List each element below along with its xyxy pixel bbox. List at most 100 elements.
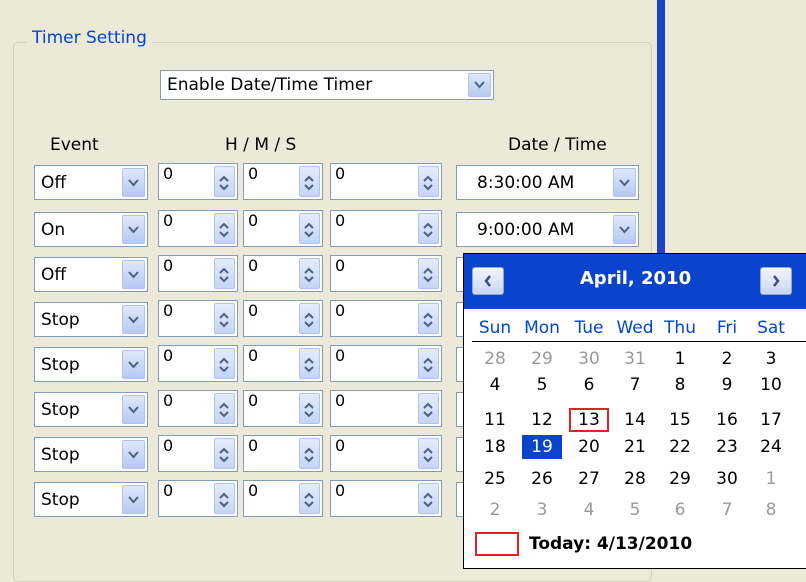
h-spinner[interactable]: 0 bbox=[158, 210, 238, 247]
up-down-icon[interactable] bbox=[214, 166, 235, 197]
s-spinner[interactable]: 0 bbox=[330, 390, 442, 427]
calendar-day[interactable]: 7 bbox=[615, 373, 655, 397]
event-select[interactable]: Stop bbox=[34, 437, 148, 472]
h-spinner[interactable]: 0 bbox=[158, 163, 238, 200]
m-spinner[interactable]: 0 bbox=[243, 435, 323, 472]
h-spinner[interactable]: 0 bbox=[158, 255, 238, 292]
up-down-icon[interactable] bbox=[214, 393, 235, 424]
s-spinner[interactable]: 0 bbox=[330, 210, 442, 247]
calendar-day[interactable]: 9 bbox=[707, 373, 747, 397]
up-down-icon[interactable] bbox=[418, 348, 439, 379]
up-down-icon[interactable] bbox=[214, 438, 235, 469]
chevron-down-icon[interactable] bbox=[122, 350, 145, 379]
calendar-day[interactable]: 27 bbox=[569, 467, 609, 491]
chevron-down-icon[interactable] bbox=[122, 440, 145, 469]
calendar-day[interactable]: 4 bbox=[569, 498, 609, 522]
s-spinner[interactable]: 0 bbox=[330, 345, 442, 382]
calendar-day[interactable]: 12 bbox=[522, 408, 562, 432]
up-down-icon[interactable] bbox=[299, 213, 320, 244]
calendar-day[interactable]: 3 bbox=[751, 347, 791, 371]
m-spinner[interactable]: 0 bbox=[243, 163, 323, 200]
calendar-day[interactable]: 8 bbox=[751, 498, 791, 522]
up-down-icon[interactable] bbox=[214, 303, 235, 334]
calendar-day[interactable]: 17 bbox=[751, 408, 791, 432]
calendar-day[interactable]: 2 bbox=[475, 498, 515, 522]
m-spinner[interactable]: 0 bbox=[243, 300, 323, 337]
calendar-day[interactable]: 10 bbox=[751, 373, 791, 397]
s-spinner[interactable]: 0 bbox=[330, 300, 442, 337]
calendar-day[interactable]: 29 bbox=[660, 467, 700, 491]
calendar-day[interactable]: 28 bbox=[475, 347, 515, 371]
h-spinner[interactable]: 0 bbox=[158, 435, 238, 472]
calendar-day[interactable]: 6 bbox=[569, 373, 609, 397]
up-down-icon[interactable] bbox=[418, 393, 439, 424]
event-select[interactable]: Stop bbox=[34, 347, 148, 382]
up-down-icon[interactable] bbox=[299, 393, 320, 424]
calendar-day[interactable]: 21 bbox=[615, 435, 655, 459]
up-down-icon[interactable] bbox=[418, 483, 439, 514]
chevron-down-icon[interactable] bbox=[613, 168, 636, 197]
calendar-day[interactable]: 13 bbox=[569, 408, 609, 432]
up-down-icon[interactable] bbox=[214, 348, 235, 379]
calendar-day[interactable]: 30 bbox=[707, 467, 747, 491]
m-spinner[interactable]: 0 bbox=[243, 345, 323, 382]
today-link[interactable]: Today: 4/13/2010 bbox=[529, 534, 692, 554]
chevron-down-icon[interactable] bbox=[122, 260, 145, 289]
event-select[interactable]: Stop bbox=[34, 392, 148, 427]
h-spinner[interactable]: 0 bbox=[158, 480, 238, 517]
calendar-day[interactable]: 8 bbox=[660, 373, 700, 397]
chevron-down-icon[interactable] bbox=[122, 485, 145, 514]
calendar-day[interactable]: 23 bbox=[707, 435, 747, 459]
calendar-day[interactable]: 16 bbox=[707, 408, 747, 432]
calendar-day[interactable]: 1 bbox=[660, 347, 700, 371]
event-select[interactable]: On bbox=[34, 212, 148, 247]
s-spinner[interactable]: 0 bbox=[330, 435, 442, 472]
h-spinner[interactable]: 0 bbox=[158, 345, 238, 382]
calendar-day[interactable]: 19 bbox=[522, 435, 562, 459]
s-spinner[interactable]: 0 bbox=[330, 255, 442, 292]
event-select[interactable]: Off bbox=[34, 165, 148, 200]
calendar-day[interactable]: 25 bbox=[475, 467, 515, 491]
chevron-down-icon[interactable] bbox=[122, 395, 145, 424]
m-spinner[interactable]: 0 bbox=[243, 480, 323, 517]
up-down-icon[interactable] bbox=[214, 213, 235, 244]
calendar-day[interactable]: 11 bbox=[475, 408, 515, 432]
s-spinner[interactable]: 0 bbox=[330, 163, 442, 200]
calendar-day[interactable]: 26 bbox=[522, 467, 562, 491]
s-spinner[interactable]: 0 bbox=[330, 480, 442, 517]
calendar-day[interactable]: 22 bbox=[660, 435, 700, 459]
calendar-day[interactable]: 30 bbox=[569, 347, 609, 371]
h-spinner[interactable]: 0 bbox=[158, 300, 238, 337]
calendar-day[interactable]: 6 bbox=[660, 498, 700, 522]
calendar-day[interactable]: 14 bbox=[615, 408, 655, 432]
up-down-icon[interactable] bbox=[214, 258, 235, 289]
calendar-day[interactable]: 31 bbox=[615, 347, 655, 371]
up-down-icon[interactable] bbox=[418, 258, 439, 289]
next-month-button[interactable] bbox=[760, 267, 792, 295]
timer-mode-select[interactable]: Enable Date/Time Timer bbox=[160, 70, 494, 100]
chevron-down-icon[interactable] bbox=[122, 168, 145, 197]
up-down-icon[interactable] bbox=[299, 483, 320, 514]
calendar-day[interactable]: 15 bbox=[660, 408, 700, 432]
up-down-icon[interactable] bbox=[299, 438, 320, 469]
up-down-icon[interactable] bbox=[299, 258, 320, 289]
up-down-icon[interactable] bbox=[214, 483, 235, 514]
calendar-day[interactable]: 7 bbox=[707, 498, 747, 522]
event-select[interactable]: Stop bbox=[34, 482, 148, 517]
m-spinner[interactable]: 0 bbox=[243, 390, 323, 427]
m-spinner[interactable]: 0 bbox=[243, 255, 323, 292]
up-down-icon[interactable] bbox=[418, 303, 439, 334]
datetime-picker[interactable]: 8:30:00 AM bbox=[456, 165, 639, 200]
calendar-day[interactable]: 5 bbox=[522, 373, 562, 397]
calendar-day[interactable]: 24 bbox=[751, 435, 791, 459]
calendar-day[interactable]: 29 bbox=[522, 347, 562, 371]
h-spinner[interactable]: 0 bbox=[158, 390, 238, 427]
chevron-down-icon[interactable] bbox=[613, 215, 636, 244]
calendar-day[interactable]: 4 bbox=[475, 373, 515, 397]
chevron-down-icon[interactable] bbox=[468, 73, 491, 97]
calendar-day[interactable]: 20 bbox=[569, 435, 609, 459]
datetime-picker[interactable]: 9:00:00 AM bbox=[456, 212, 639, 247]
event-select[interactable]: Stop bbox=[34, 302, 148, 337]
calendar-day[interactable]: 5 bbox=[615, 498, 655, 522]
chevron-down-icon[interactable] bbox=[122, 215, 145, 244]
